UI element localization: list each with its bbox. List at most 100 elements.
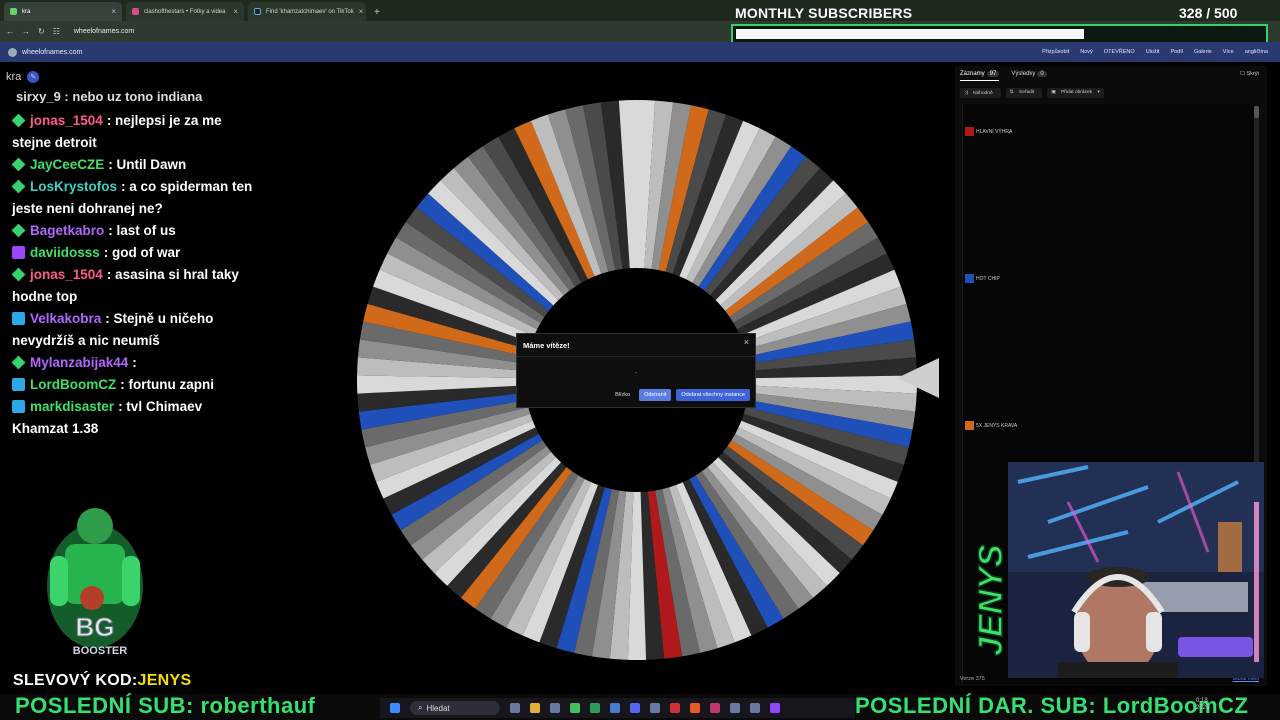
subscriber-badge-icon [11,113,26,128]
app-icon[interactable] [670,703,680,713]
subs-progress-bar [731,24,1268,44]
close-tab-icon[interactable]: × [233,7,238,16]
chat-channel: kra [6,71,22,83]
chat-message: jonas_1504: asasina si hral taky hodne t… [11,264,262,308]
remove-button[interactable]: Odstranit [639,389,672,401]
chat-username[interactable]: jonas_1504 [30,267,103,282]
subscriber-badge-icon [11,355,26,370]
chat-username[interactable]: LordBoomCZ [30,377,116,392]
remove-all-button[interactable]: Odebrat všechny instance [676,389,750,401]
add-image-button[interactable]: ▣ Přidat obrázek ▾ [1047,88,1104,98]
tab-title: clashofthestars • Fotky a videa [144,8,226,15]
booster-logo: BG BOOSTER [47,508,143,657]
new-tab-icon[interactable]: + [374,7,380,18]
site-info-icon[interactable]: ☷ [53,27,60,36]
menu-gallery[interactable]: Galerie [1194,49,1212,55]
entry-label: HLAVNÍ VÝHRA [976,128,1013,135]
tab-instagram[interactable]: clashofthestars • Fotky a videa × [126,2,244,21]
hide-label: Skrýt [1246,71,1259,77]
last-sub-ticker: POSLEDNÍ SUB: roberthauf [15,693,316,718]
app-icon[interactable] [750,703,760,713]
menu-customize[interactable]: Přizpůsobit [1042,49,1069,55]
entry-label: 5X JENYS KRAVA [976,422,1018,429]
menu-new[interactable]: Nový [1080,49,1093,55]
windows-start-icon[interactable] [390,703,400,713]
tab-entries-label: Záznamy [960,71,985,77]
menu-share[interactable]: Podíl [1170,49,1183,55]
file-explorer-icon[interactable] [530,703,540,713]
chat-username[interactable]: LosKrystofos [30,179,117,194]
add-image-label: Přidat obrázek [1057,88,1097,97]
entry-image [965,127,974,136]
tab-favicon-icon [10,8,17,15]
hide-panel-button[interactable]: ☐ Skrýt [1240,71,1259,77]
menu-more[interactable]: Více [1223,49,1234,55]
chat-username[interactable]: Mylanzabijak44 [30,355,128,370]
badge-icon [12,246,25,259]
chrome-icon[interactable] [570,703,580,713]
results-count-badge: 0 [1037,71,1047,77]
entry-image [965,274,974,283]
tab-tiktok[interactable]: Find 'khamzatchimaev' on TikTok × [248,2,366,21]
app-icon[interactable] [730,703,740,713]
close-icon[interactable]: × [744,337,749,347]
twitch-icon[interactable] [770,703,780,713]
back-icon[interactable]: ← [6,27,14,36]
chat-message: LordBoomCZ: fortunu zapni [12,374,262,396]
panel-tools: ⤨ Náhodně ⇅ Seřadit ▣ Přidat obrázek ▾ [960,88,1104,98]
tab-entries[interactable]: Záznamy 97 [960,71,1000,81]
site-name[interactable]: wheelofnames.com [22,49,82,56]
url-field[interactable]: wheelofnames.com [74,28,134,35]
promo-code-value: JENYS [137,672,192,689]
jenys-logo: JENYS [971,543,1010,656]
discord-icon[interactable] [630,703,640,713]
task-view-icon[interactable] [510,703,520,713]
app-icon[interactable] [550,703,560,713]
scrollbar-thumb[interactable] [1254,106,1259,118]
app-icon[interactable] [590,703,600,713]
app-header: wheelofnames.com Přizpůsobit Nový OTEVŘE… [0,42,1280,62]
screen: kra × clashofthestars • Fotky a videa × … [0,0,1280,720]
chat-username[interactable]: Bagetkabro [30,223,104,238]
scrollbar[interactable] [1254,106,1259,501]
close-tab-icon[interactable]: × [111,7,116,16]
tab-title: Find 'khamzatchimaev' on TikTok [266,8,354,15]
app-icon[interactable] [650,703,660,713]
sort-button[interactable]: ⇅ Seřadit [1005,88,1043,98]
chat-username[interactable]: markdisaster [30,399,114,414]
app-icon[interactable] [690,703,700,713]
menu-open[interactable]: OTEVŘENO [1104,49,1135,55]
shuffle-button[interactable]: ⤨ Náhodně [960,88,1001,98]
tab-results[interactable]: Výsledky 0 [1011,71,1047,81]
chat-username[interactable]: JayCeeCZE [30,157,104,172]
forward-icon[interactable]: → [22,27,30,36]
menu-language[interactable]: angličtina [1245,49,1268,55]
chat-messages: jonas_1504: nejlepsi je za me stejne det… [11,110,262,440]
chat-cutoff-message: sirxy_9 : nebo uz tono indiana [16,89,203,103]
reload-icon[interactable]: ↻ [38,27,45,36]
chat-username[interactable]: jonas_1504 [30,113,103,128]
badge-icon [12,378,25,391]
app-icon[interactable] [710,703,720,713]
svg-text:JENYS: JENYS [972,544,1010,656]
chat-username[interactable]: Velkakobra [30,311,101,326]
clock-time: 0:18 [1196,698,1208,704]
system-tray-clock[interactable]: 0:18 2025 [1196,698,1209,712]
chat-text: : Until Dawn [108,157,187,172]
taskbar-search[interactable]: ⌕ Hledat [410,701,500,715]
app-icon[interactable] [610,703,620,713]
chat-text: : god of war [103,245,181,260]
entry-item: HOT CHIP [965,274,1000,283]
chat-text: : [132,355,137,370]
pen-icon[interactable]: ✎ [27,71,40,83]
menu-save[interactable]: Uložit [1146,49,1160,55]
close-button[interactable]: Blízko [611,390,634,400]
taskbar-search-label: Hledat [426,703,450,713]
chat-text: : last of us [108,223,176,238]
sort-label: Seřadit [1015,88,1039,97]
version-label: Verze 375 [960,676,985,682]
chat-username[interactable]: daviidosss [30,245,100,260]
close-tab-icon[interactable]: × [359,7,364,16]
chat-header: kra ✎ [6,71,40,83]
tab-kra[interactable]: kra × [4,2,122,21]
